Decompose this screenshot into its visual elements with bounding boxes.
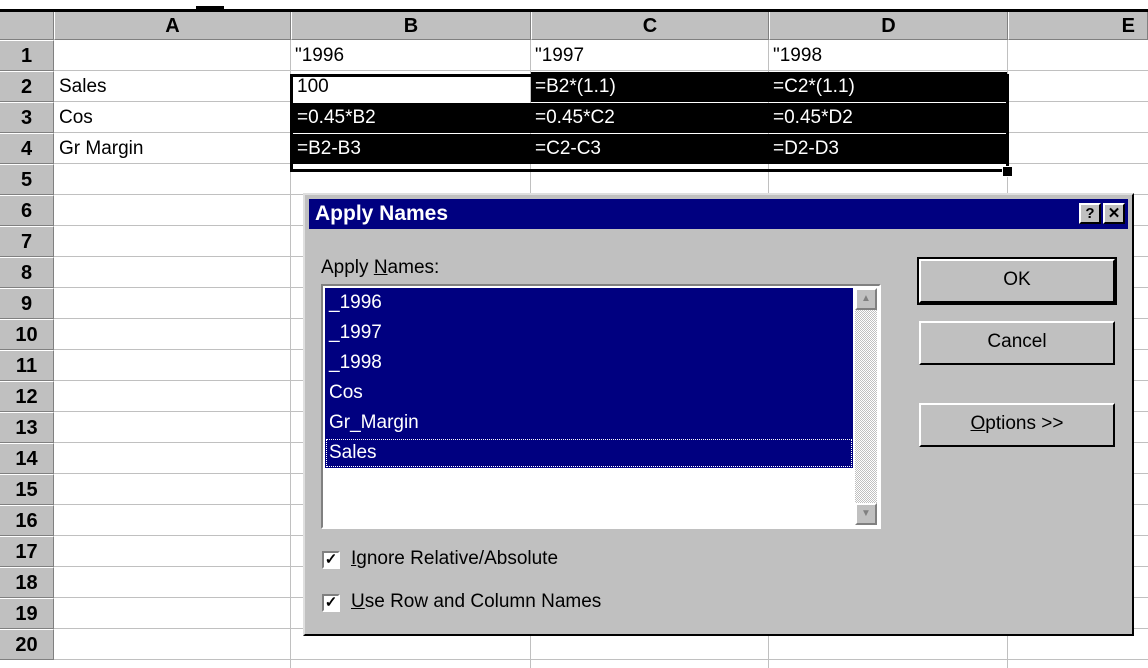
scroll-down-button[interactable]: ▼ (855, 503, 877, 525)
row-header[interactable]: 15 (0, 474, 54, 505)
use-row-column-names-label[interactable]: Use Row and Column Names (351, 591, 601, 613)
ignore-relative-absolute-label[interactable]: Ignore Relative/Absolute (351, 548, 558, 570)
label-accelerator: N (373, 257, 388, 278)
column-header-a[interactable]: A (54, 12, 291, 40)
cell-c4[interactable]: =C2-C3 (531, 134, 769, 164)
row-header[interactable]: 14 (0, 443, 54, 474)
cell-c2[interactable]: =B2*(1.1) (531, 72, 769, 102)
help-button[interactable]: ? (1079, 203, 1101, 224)
select-all-corner[interactable] (0, 12, 54, 40)
apply-names-dialog: Apply Names ? ✕ Apply Names: _1996 _1997… (303, 193, 1134, 636)
row-header[interactable]: 16 (0, 505, 54, 536)
scroll-up-icon: ▲ (861, 293, 871, 304)
column-header-c[interactable]: C (531, 12, 769, 40)
row-header[interactable]: 4 (0, 133, 54, 164)
dialog-title: Apply Names (315, 202, 449, 225)
close-button[interactable]: ✕ (1103, 203, 1125, 224)
use-accelerator: U (351, 591, 365, 612)
ignore-label-text: gnore Relative/Absolute (356, 548, 559, 569)
use-label-text: se Row and Column Names (364, 591, 602, 612)
ignore-relative-absolute-checkbox[interactable]: ✓ (322, 551, 340, 569)
row-header[interactable]: 5 (0, 164, 54, 195)
cell-b2[interactable]: 100 (293, 72, 530, 102)
cell-d4[interactable]: =D2-D3 (769, 134, 1007, 164)
row-header[interactable]: 8 (0, 257, 54, 288)
cell-b4[interactable]: =B2-B3 (293, 134, 531, 164)
cell-d2[interactable]: =C2*(1.1) (769, 72, 1007, 102)
cell-a3[interactable]: Cos (55, 103, 290, 133)
list-item[interactable]: _1997 (325, 318, 853, 348)
row-header[interactable]: 2 (0, 71, 54, 102)
column-header-d[interactable]: D (769, 12, 1008, 40)
list-item[interactable]: _1996 (325, 288, 853, 318)
checkmark-icon: ✓ (324, 551, 338, 568)
cancel-button[interactable]: Cancel (919, 321, 1115, 365)
label-text-rest: ames: (387, 257, 440, 278)
cell-d3[interactable]: =0.45*D2 (769, 103, 1007, 133)
cell-c3[interactable]: =0.45*C2 (531, 103, 769, 133)
row-header[interactable]: 1 (0, 40, 54, 71)
scroll-up-button[interactable]: ▲ (855, 288, 877, 310)
row-header[interactable]: 13 (0, 412, 54, 443)
row-header[interactable]: 7 (0, 226, 54, 257)
column-header-b[interactable]: B (291, 12, 531, 40)
column-gridline (290, 40, 291, 668)
row-header[interactable]: 6 (0, 195, 54, 226)
list-item[interactable]: Gr_Margin (325, 408, 853, 438)
list-item[interactable]: Cos (325, 378, 853, 408)
options-accelerator: O (970, 413, 986, 434)
row-header[interactable]: 10 (0, 319, 54, 350)
label-text: Apply (321, 257, 374, 278)
cell-b1[interactable]: "1996 (291, 41, 530, 71)
row-header[interactable]: 11 (0, 350, 54, 381)
row-header[interactable]: 12 (0, 381, 54, 412)
row-header[interactable]: 17 (0, 536, 54, 567)
column-header-e[interactable]: E (1008, 12, 1148, 40)
checkmark-icon: ✓ (324, 594, 338, 611)
cell-b3[interactable]: =0.45*B2 (293, 103, 531, 133)
help-icon: ? (1085, 205, 1095, 222)
fill-handle[interactable] (1002, 166, 1013, 177)
row-header[interactable]: 18 (0, 567, 54, 598)
apply-names-label: Apply Names: (321, 257, 439, 279)
scroll-down-icon: ▼ (861, 508, 871, 519)
cell-a2[interactable]: Sales (55, 72, 290, 102)
options-label: ptions >> (985, 413, 1064, 434)
names-listbox[interactable]: _1996 _1997 _1998 Cos Gr_Margin Sales ▲ … (321, 284, 881, 529)
row-header[interactable]: 3 (0, 102, 54, 133)
row-header[interactable]: 20 (0, 629, 54, 660)
row-header[interactable]: 9 (0, 288, 54, 319)
use-row-column-names-checkbox[interactable]: ✓ (322, 594, 340, 612)
row-gridline (54, 659, 1148, 660)
ok-button[interactable]: OK (917, 257, 1117, 305)
options-button[interactable]: Options >> (919, 403, 1115, 447)
row-header[interactable]: 19 (0, 598, 54, 629)
cell-d1[interactable]: "1998 (769, 41, 1007, 71)
close-icon: ✕ (1107, 205, 1121, 222)
cell-c1[interactable]: "1997 (531, 41, 768, 71)
listbox-scrollbar[interactable]: ▲ ▼ (855, 288, 877, 525)
names-list: _1996 _1997 _1998 Cos Gr_Margin Sales (325, 288, 853, 468)
list-item[interactable]: Sales (325, 438, 853, 468)
list-item[interactable]: _1998 (325, 348, 853, 378)
cell-a4[interactable]: Gr Margin (55, 134, 290, 164)
dialog-titlebar[interactable]: Apply Names ? ✕ (309, 199, 1128, 229)
